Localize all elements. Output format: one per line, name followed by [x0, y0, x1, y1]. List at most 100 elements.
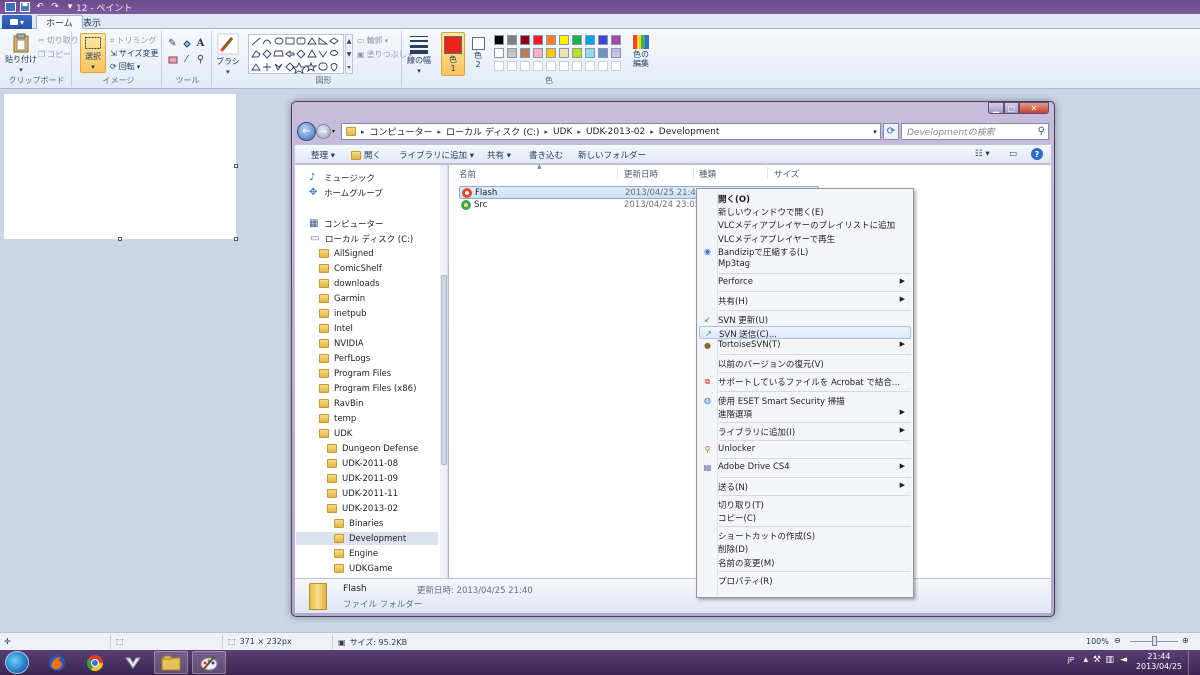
custom-color-slot[interactable] — [520, 61, 530, 71]
outline-button[interactable]: ▭ 輪郭 ▾ — [357, 35, 388, 46]
context-menu-item[interactable]: Mp3tag — [699, 258, 911, 271]
context-menu-item[interactable]: 進階選項 ▶ — [699, 407, 911, 420]
palette-swatch[interactable] — [559, 48, 569, 58]
search-input[interactable]: Developmentの検索 ⚲ — [901, 123, 1049, 140]
palette-swatch[interactable] — [494, 48, 504, 58]
explorer-taskbar-icon[interactable] — [154, 651, 188, 674]
text-tool-icon[interactable]: A — [194, 37, 207, 50]
context-menu-item[interactable]: 切り取り(T) — [699, 498, 911, 511]
context-menu-item[interactable]: 共有(H) ▶ — [699, 294, 911, 307]
open-button[interactable]: 開く — [351, 149, 381, 161]
show-desktop-button[interactable] — [1188, 650, 1200, 675]
breadcrumb-separator-icon[interactable]: ▸ — [544, 128, 548, 136]
palette-swatch[interactable] — [507, 35, 517, 45]
nav-tree-item[interactable]: ♪ ミュージック — [296, 171, 438, 184]
palette-swatch[interactable] — [507, 48, 517, 58]
input-language[interactable]: JP — [1068, 656, 1074, 664]
maximize-button[interactable]: ▢ — [1004, 102, 1019, 114]
nav-tree-item[interactable]: NVIDIA — [296, 337, 438, 350]
context-menu-item[interactable]: 以前のバージョンの復元(V) — [699, 357, 911, 370]
search-icon[interactable]: ⚲ — [1038, 126, 1045, 137]
title-bar[interactable]: ↶ ↷ ▾ 12 - ペイント — [0, 0, 1200, 14]
paint-taskbar-icon[interactable] — [192, 651, 226, 674]
custom-color-slot[interactable] — [572, 61, 582, 71]
custom-color-slot[interactable] — [494, 61, 504, 71]
palette-swatch[interactable] — [572, 48, 582, 58]
nav-tree-item[interactable]: ▭ ローカル ディスク (C:) — [296, 232, 438, 245]
palette-swatch[interactable] — [598, 35, 608, 45]
save-icon[interactable] — [19, 1, 31, 13]
context-menu-item[interactable]: ライブラリに追加(I) ▶ — [699, 425, 911, 438]
nav-tree-item[interactable]: ✥ ホームグループ — [296, 186, 438, 199]
palette-swatch[interactable] — [520, 35, 530, 45]
add-to-library-button[interactable]: ライブラリに追加 ▾ — [399, 149, 474, 161]
custom-color-slot[interactable] — [598, 61, 608, 71]
nav-tree-item[interactable]: UDK-2013-02 — [296, 502, 438, 515]
breadcrumb-udk-2013-02[interactable]: UDK-2013-02 — [586, 127, 645, 137]
nav-tree-item[interactable]: ComicShelf — [296, 262, 438, 275]
context-menu-item[interactable]: ↗ SVN 送信(C)... — [699, 325, 911, 340]
firefox-icon[interactable] — [40, 651, 74, 674]
column-divider[interactable] — [693, 167, 694, 179]
context-menu-item[interactable]: 新しいウィンドウで開く(E) — [699, 205, 911, 218]
clock[interactable]: 21:44 2013/04/25 — [1136, 652, 1182, 672]
organize-button[interactable]: 整理 ▾ — [311, 149, 335, 161]
palette-swatch[interactable] — [585, 35, 595, 45]
paint-app-icon[interactable] — [4, 1, 16, 13]
zoom-slider-thumb[interactable] — [1152, 636, 1157, 646]
context-menu-item[interactable]: ◍ 使用 ESET Smart Security 掃描 — [699, 394, 911, 407]
color-picker-icon[interactable]: ⁄ — [180, 53, 193, 66]
column-header-type[interactable]: 種類 — [699, 168, 716, 180]
context-menu-item[interactable]: VLCメディアプレイヤーのプレイリストに追加 — [699, 218, 911, 231]
cut-button[interactable]: ✂ 切り取り — [38, 35, 79, 46]
breadcrumb-udk[interactable]: UDK — [553, 127, 572, 137]
pencil-icon[interactable]: ✎ — [166, 37, 179, 50]
paint-canvas[interactable] — [4, 94, 236, 239]
palette-swatch[interactable] — [611, 48, 621, 58]
view-options-icon[interactable]: ☷ ▾ — [975, 149, 990, 159]
custom-color-slot[interactable] — [507, 61, 517, 71]
explorer-window[interactable]: ▁ ▢ ✕ ← → ▾ ▸ コンピューター ▸ ローカル ディスク (C:) ▸… — [291, 101, 1055, 617]
refresh-icon[interactable]: ⟳ — [883, 123, 899, 140]
context-menu-item[interactable]: ↙ SVN 更新(U) — [699, 313, 911, 326]
palette-swatch[interactable] — [546, 48, 556, 58]
palette-swatch[interactable] — [533, 48, 543, 58]
breadcrumb-local-disk[interactable]: ローカル ディスク (C:) — [446, 125, 539, 138]
resize-button[interactable]: ⇲ サイズ変更 — [110, 48, 158, 59]
eraser-icon[interactable] — [166, 53, 179, 66]
nav-tree-item[interactable]: inetpub — [296, 307, 438, 320]
nav-tree-item[interactable]: UDK-2011-11 — [296, 487, 438, 500]
palette-swatch[interactable] — [533, 35, 543, 45]
custom-color-slot[interactable] — [559, 61, 569, 71]
palette-swatch[interactable] — [598, 48, 608, 58]
custom-color-slot[interactable] — [611, 61, 621, 71]
breadcrumb-separator-icon[interactable]: ▸ — [361, 128, 365, 136]
start-button[interactable] — [5, 651, 29, 674]
context-menu-item[interactable]: VLCメディアプレイヤーで再生 — [699, 232, 911, 245]
navigation-scrollbar-thumb[interactable] — [441, 275, 447, 465]
navigation-scrollbar[interactable] — [440, 165, 447, 578]
shapes-gallery[interactable] — [248, 34, 344, 74]
resize-handle-bottom[interactable] — [118, 237, 122, 241]
column-divider[interactable] — [617, 167, 618, 179]
nav-tree-item[interactable]: Development — [296, 532, 438, 545]
context-menu-item[interactable]: ● TortoiseSVN(T) ▶ — [699, 339, 911, 352]
palette-swatch[interactable] — [494, 35, 504, 45]
nav-tree-item[interactable]: UDK-2011-09 — [296, 472, 438, 485]
palette-swatch[interactable] — [585, 48, 595, 58]
context-menu-item[interactable]: プロパティ(R) — [699, 574, 911, 587]
nav-tree-item[interactable]: Dungeon Defense — [296, 442, 438, 455]
nav-tree-item[interactable]: downloads — [296, 277, 438, 290]
nav-tree-item[interactable]: UDK — [296, 427, 438, 440]
column-divider[interactable] — [767, 167, 768, 179]
crop-button[interactable]: ⌗ トリミング — [110, 35, 157, 46]
select-button[interactable]: 選択 ▾ — [80, 33, 106, 73]
context-menu-item[interactable]: Perforce ▶ — [699, 276, 911, 289]
new-folder-button[interactable]: 新しいフォルダー — [578, 149, 646, 161]
tab-view[interactable]: 表示 — [74, 15, 110, 29]
preview-pane-icon[interactable]: ▭ — [1009, 149, 1017, 159]
redo-icon[interactable]: ↷ — [49, 1, 61, 13]
nav-tree-item[interactable]: Intel — [296, 322, 438, 335]
rotate-button[interactable]: ⟳ 回転 ▾ — [110, 61, 140, 72]
zoom-out-button[interactable]: ⊖ — [1114, 636, 1121, 645]
